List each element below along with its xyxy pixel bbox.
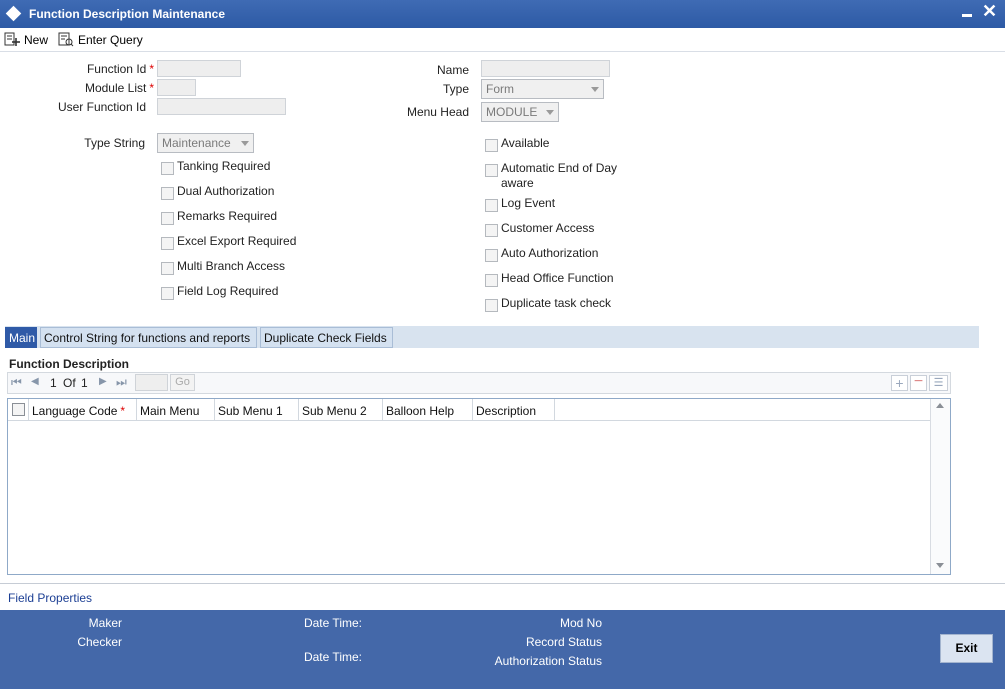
add-row-icon[interactable]: + xyxy=(891,375,908,391)
type-select[interactable]: Form xyxy=(481,79,604,99)
new-label: New xyxy=(24,32,49,47)
column-main-menu[interactable]: Main Menu xyxy=(140,404,199,418)
first-page-icon[interactable]: ⏮ xyxy=(11,375,22,390)
enter-query-icon xyxy=(58,32,74,47)
last-page-icon[interactable]: ⏭ xyxy=(116,375,127,390)
checker-date-time-label: Date Time: xyxy=(303,650,362,664)
single-view-icon[interactable]: ☰ xyxy=(929,375,948,391)
user-function-id-input[interactable] xyxy=(157,98,286,115)
new-icon xyxy=(4,32,20,46)
function-id-label: Function Id * xyxy=(86,62,154,76)
tab-control-string[interactable]: Control String for functions and reports xyxy=(40,327,257,348)
column-separator xyxy=(382,399,383,421)
type-label: Type xyxy=(442,82,469,96)
grid-vertical-scrollbar[interactable] xyxy=(930,399,950,574)
scroll-down-icon[interactable] xyxy=(936,563,944,568)
automatic-eod-aware-checkbox[interactable]: Automatic End of Day aware xyxy=(485,161,635,191)
column-separator xyxy=(28,399,29,421)
column-balloon-help[interactable]: Balloon Help xyxy=(386,404,454,418)
module-list-label: Module List * xyxy=(84,81,154,95)
enter-query-label: Enter Query xyxy=(78,32,143,47)
menu-head-label: Menu Head xyxy=(406,105,469,119)
page-total: 1 xyxy=(81,376,88,390)
name-label: Name xyxy=(436,63,469,77)
app-diamond-icon xyxy=(5,5,22,22)
type-string-select[interactable]: Maintenance xyxy=(157,133,254,153)
divider xyxy=(0,583,1005,584)
column-separator xyxy=(472,399,473,421)
column-separator xyxy=(298,399,299,421)
auto-authorization-checkbox[interactable]: Auto Authorization xyxy=(485,246,598,262)
field-log-required-checkbox[interactable]: Field Log Required xyxy=(161,284,278,300)
window-title-bar: Function Description Maintenance ✕ xyxy=(0,0,1005,28)
function-description-title: Function Description xyxy=(9,357,129,371)
name-input[interactable] xyxy=(481,60,610,77)
chevron-down-icon xyxy=(591,87,599,92)
head-office-function-checkbox[interactable]: Head Office Function xyxy=(485,271,614,287)
page-current: 1 xyxy=(50,376,57,390)
column-sub-menu-1[interactable]: Sub Menu 1 xyxy=(218,404,283,418)
maker-label: Maker xyxy=(88,616,122,630)
select-all-checkbox[interactable] xyxy=(12,403,25,416)
column-sub-menu-2[interactable]: Sub Menu 2 xyxy=(302,404,367,418)
exit-button[interactable]: Exit xyxy=(940,634,993,663)
tab-main[interactable]: Main xyxy=(5,327,37,348)
field-properties-link[interactable]: Field Properties xyxy=(8,591,92,605)
multi-branch-access-checkbox[interactable]: Multi Branch Access xyxy=(161,259,285,275)
function-id-input[interactable] xyxy=(157,60,241,77)
prev-page-icon[interactable]: ◀ xyxy=(31,376,39,387)
module-list-input[interactable] xyxy=(157,79,196,96)
customer-access-checkbox[interactable]: Customer Access xyxy=(485,221,594,237)
minimize-icon[interactable] xyxy=(962,14,972,17)
maker-date-time-label: Date Time: xyxy=(303,616,362,630)
tanking-required-checkbox[interactable]: Tanking Required xyxy=(161,159,270,175)
dual-authorization-checkbox[interactable]: Dual Authorization xyxy=(161,184,274,200)
user-function-id-label: User Function Id xyxy=(57,100,146,114)
remarks-required-checkbox[interactable]: Remarks Required xyxy=(161,209,277,225)
type-string-label: Type String xyxy=(84,136,145,150)
column-description[interactable]: Description xyxy=(476,404,536,418)
record-status-label: Record Status xyxy=(525,635,602,649)
column-language-code[interactable]: Language Code * xyxy=(32,404,125,418)
window-title: Function Description Maintenance xyxy=(29,7,226,21)
log-event-checkbox[interactable]: Log Event xyxy=(485,196,555,212)
column-separator xyxy=(214,399,215,421)
chevron-down-icon xyxy=(546,110,554,115)
enter-query-button[interactable]: Enter Query xyxy=(58,32,143,47)
close-icon[interactable]: ✕ xyxy=(982,1,997,21)
go-button[interactable]: Go xyxy=(170,374,195,391)
scroll-up-icon[interactable] xyxy=(936,403,944,408)
next-page-icon[interactable]: ▶ xyxy=(99,376,107,387)
function-description-grid xyxy=(7,398,951,575)
authorization-status-label: Authorization Status xyxy=(494,654,602,668)
delete-row-icon[interactable]: − xyxy=(910,374,927,391)
mod-no-label: Mod No xyxy=(559,616,602,630)
chevron-down-icon xyxy=(241,141,249,146)
menu-head-select[interactable]: MODULE xyxy=(481,102,559,122)
tab-duplicate-check-fields[interactable]: Duplicate Check Fields xyxy=(260,327,393,348)
excel-export-required-checkbox[interactable]: Excel Export Required xyxy=(161,234,296,250)
column-separator xyxy=(136,399,137,421)
available-checkbox[interactable]: Available xyxy=(485,136,549,152)
new-button[interactable]: New xyxy=(4,32,48,47)
checker-label: Checker xyxy=(77,635,122,649)
page-of: Of xyxy=(63,376,76,390)
column-separator xyxy=(554,399,555,421)
toolbar: New Enter Query xyxy=(0,28,1005,52)
duplicate-task-check-checkbox[interactable]: Duplicate task check xyxy=(485,296,611,312)
page-number-input[interactable] xyxy=(135,374,168,391)
